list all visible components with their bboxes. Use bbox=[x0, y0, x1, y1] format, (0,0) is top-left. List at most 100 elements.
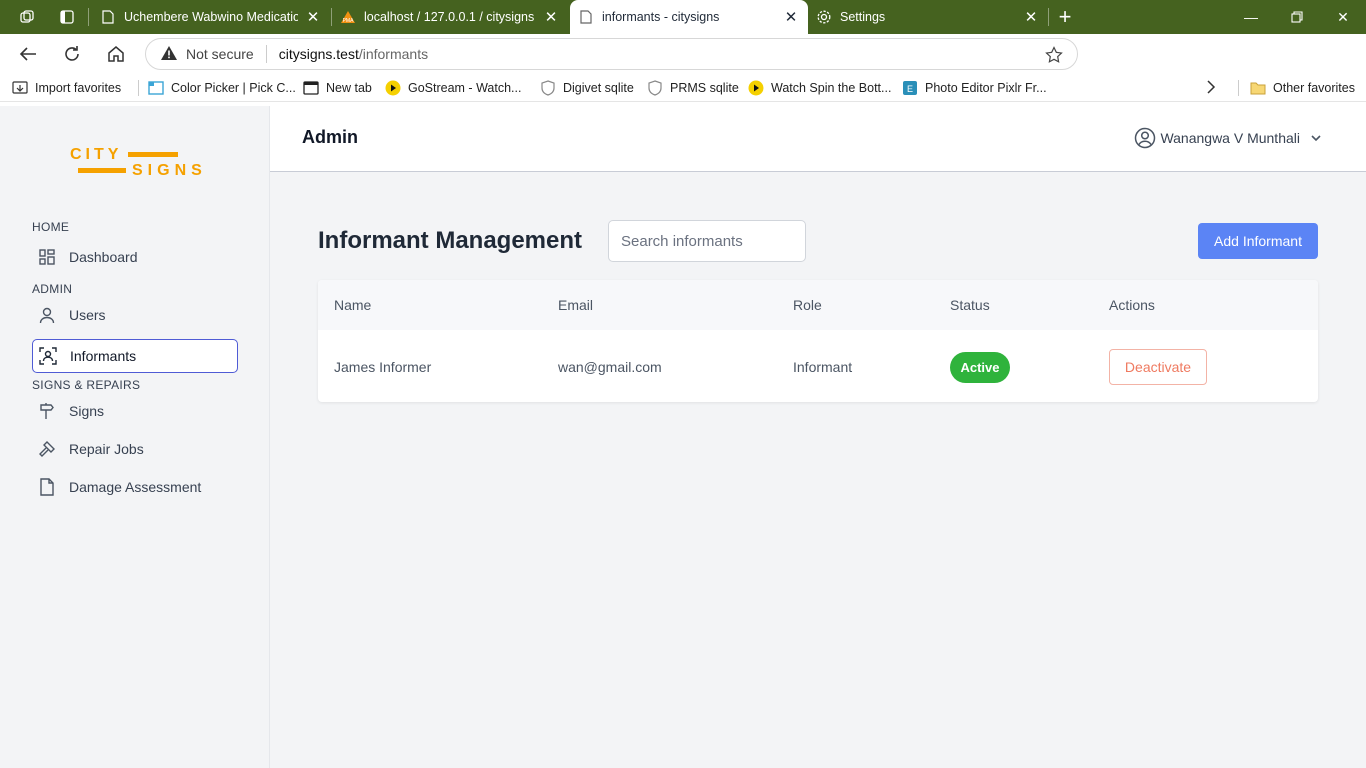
sidebar-item-signs[interactable]: Signs bbox=[32, 394, 238, 428]
sidebar-item-dashboard[interactable]: Dashboard bbox=[32, 240, 238, 274]
dashboard-icon bbox=[37, 247, 57, 267]
sidebar-item-label: Users bbox=[69, 307, 106, 323]
tab-separator bbox=[1048, 8, 1049, 26]
tab-title: Uchembere Wabwino Medication bbox=[124, 10, 298, 24]
favorite-import[interactable]: Import favorites bbox=[4, 74, 129, 102]
color-picker-icon bbox=[148, 80, 164, 96]
tab-uchembere[interactable]: Uchembere Wabwino Medication ✕ bbox=[92, 0, 330, 34]
url-host: citysigns.test bbox=[278, 46, 359, 62]
new-tab-page-icon bbox=[303, 80, 319, 96]
status-badge: Active bbox=[950, 352, 1010, 383]
sidebar-item-informants[interactable]: Informants bbox=[32, 339, 238, 373]
play-icon bbox=[385, 80, 401, 96]
logo-text-top: CITY bbox=[70, 146, 123, 163]
sidebar-item-label: Repair Jobs bbox=[69, 441, 144, 457]
tab-title: localhost / 127.0.0.1 / citysigns | p bbox=[364, 10, 536, 24]
tab-settings[interactable]: Settings ✕ bbox=[808, 0, 1048, 34]
address-bar[interactable]: Not secure citysigns.test/informants bbox=[145, 38, 1078, 70]
refresh-icon[interactable] bbox=[54, 36, 90, 72]
favorite-spin-the-bottle[interactable]: Watch Spin the Bott... bbox=[740, 74, 899, 102]
tab-title: Settings bbox=[840, 10, 886, 24]
sidebar-item-label: Informants bbox=[70, 348, 137, 364]
main-content: Informant Management Add Informant Name … bbox=[270, 172, 1366, 768]
sidebar-item-damage-assessment[interactable]: Damage Assessment bbox=[32, 470, 238, 504]
import-icon bbox=[12, 80, 28, 96]
favorite-label: Watch Spin the Bott... bbox=[771, 80, 892, 95]
browser-tab-bar: Uchembere Wabwino Medication ✕ PMA local… bbox=[0, 0, 1366, 34]
vertical-tabs-icon[interactable] bbox=[52, 0, 82, 34]
divider bbox=[1238, 80, 1239, 96]
tab-informants[interactable]: informants - citysigns ✕ bbox=[570, 0, 808, 34]
workspaces-icon[interactable] bbox=[12, 0, 42, 34]
close-icon[interactable]: ✕ bbox=[542, 8, 560, 26]
favorite-label: Photo Editor Pixlr Fr... bbox=[925, 80, 1047, 95]
back-arrow-icon[interactable] bbox=[10, 36, 46, 72]
page-title: Informant Management bbox=[318, 227, 583, 254]
sidebar: CITY SIGNS HOME Dashboard ADMIN Users In… bbox=[0, 106, 270, 768]
window-close-icon[interactable]: ✕ bbox=[1320, 0, 1366, 34]
page-icon bbox=[578, 9, 594, 25]
close-icon[interactable]: ✕ bbox=[304, 8, 322, 26]
gear-icon bbox=[816, 9, 832, 25]
favorite-label: GoStream - Watch... bbox=[408, 80, 522, 95]
informants-table: Name Email Role Status Actions James Inf… bbox=[318, 280, 1318, 402]
sidebar-item-repair-jobs[interactable]: Repair Jobs bbox=[32, 432, 238, 466]
close-icon[interactable]: ✕ bbox=[782, 8, 800, 26]
tab-title: informants - citysigns bbox=[602, 10, 720, 24]
column-header-role: Role bbox=[793, 297, 822, 313]
security-label: Not secure bbox=[186, 46, 254, 62]
play-icon bbox=[748, 80, 764, 96]
tab-phpmyadmin[interactable]: PMA localhost / 127.0.0.1 / citysigns | … bbox=[332, 0, 568, 34]
add-informant-button[interactable]: Add Informant bbox=[1198, 223, 1318, 259]
chevron-right-icon[interactable] bbox=[1206, 80, 1216, 97]
other-favorites[interactable]: Other favorites bbox=[1242, 74, 1363, 102]
favorite-label: Other favorites bbox=[1273, 80, 1355, 95]
favorite-new-tab[interactable]: New tab bbox=[295, 74, 380, 102]
warning-icon[interactable] bbox=[160, 45, 178, 64]
phpmyadmin-icon: PMA bbox=[340, 9, 356, 25]
favorite-pixlr[interactable]: E Photo Editor Pixlr Fr... bbox=[894, 74, 1055, 102]
cell-name: James Informer bbox=[334, 359, 432, 375]
city-signs-logo[interactable]: CITY SIGNS bbox=[70, 146, 210, 186]
star-icon[interactable] bbox=[1045, 46, 1063, 67]
nav-section-admin: ADMIN bbox=[32, 282, 73, 296]
favorite-label: Color Picker | Pick C... bbox=[171, 80, 296, 95]
favorite-prms[interactable]: PRMS sqlite bbox=[639, 74, 747, 102]
new-tab-icon[interactable]: + bbox=[1050, 0, 1080, 34]
nav-section-home: HOME bbox=[32, 220, 70, 234]
home-icon[interactable] bbox=[98, 36, 134, 72]
column-header-email: Email bbox=[558, 297, 594, 313]
column-header-name: Name bbox=[334, 297, 372, 313]
column-header-actions: Actions bbox=[1109, 297, 1155, 313]
close-icon[interactable]: ✕ bbox=[1022, 8, 1040, 26]
column-header-status: Status bbox=[950, 297, 990, 313]
cell-email: wan@gmail.com bbox=[558, 359, 662, 375]
table-header: Name Email Role Status Actions bbox=[318, 280, 1318, 330]
signpost-icon bbox=[37, 401, 57, 421]
favorite-color-picker[interactable]: Color Picker | Pick C... bbox=[140, 74, 304, 102]
nav-section-signs-repairs: SIGNS & REPAIRS bbox=[32, 378, 141, 392]
divider bbox=[265, 45, 267, 63]
favorites-bar: Import favorites Color Picker | Pick C..… bbox=[0, 74, 1366, 102]
favorite-label: Digivet sqlite bbox=[563, 80, 634, 95]
hammer-icon bbox=[37, 439, 57, 459]
sidebar-item-label: Damage Assessment bbox=[69, 479, 202, 495]
deactivate-button[interactable]: Deactivate bbox=[1109, 349, 1207, 385]
restore-icon[interactable] bbox=[1274, 0, 1320, 34]
cell-role: Informant bbox=[793, 359, 853, 375]
favorite-gostream[interactable]: GoStream - Watch... bbox=[377, 74, 529, 102]
favorite-label: Import favorites bbox=[35, 80, 122, 95]
favorite-label: PRMS sqlite bbox=[670, 80, 739, 95]
favorite-digivet[interactable]: Digivet sqlite bbox=[532, 74, 642, 102]
minimize-icon[interactable]: — bbox=[1228, 0, 1274, 34]
url-path: /informants bbox=[358, 46, 429, 62]
document-icon bbox=[37, 477, 57, 497]
tab-separator bbox=[88, 8, 89, 26]
logo-bar bbox=[128, 152, 178, 157]
user-name: Wanangwa V Munthali bbox=[1160, 130, 1300, 146]
user-menu[interactable]: Wanangwa V Munthali bbox=[1134, 127, 1322, 149]
pixlr-icon: E bbox=[902, 80, 918, 96]
sidebar-item-users[interactable]: Users bbox=[32, 298, 238, 332]
shield-icon bbox=[647, 79, 663, 96]
search-input[interactable] bbox=[608, 220, 806, 262]
